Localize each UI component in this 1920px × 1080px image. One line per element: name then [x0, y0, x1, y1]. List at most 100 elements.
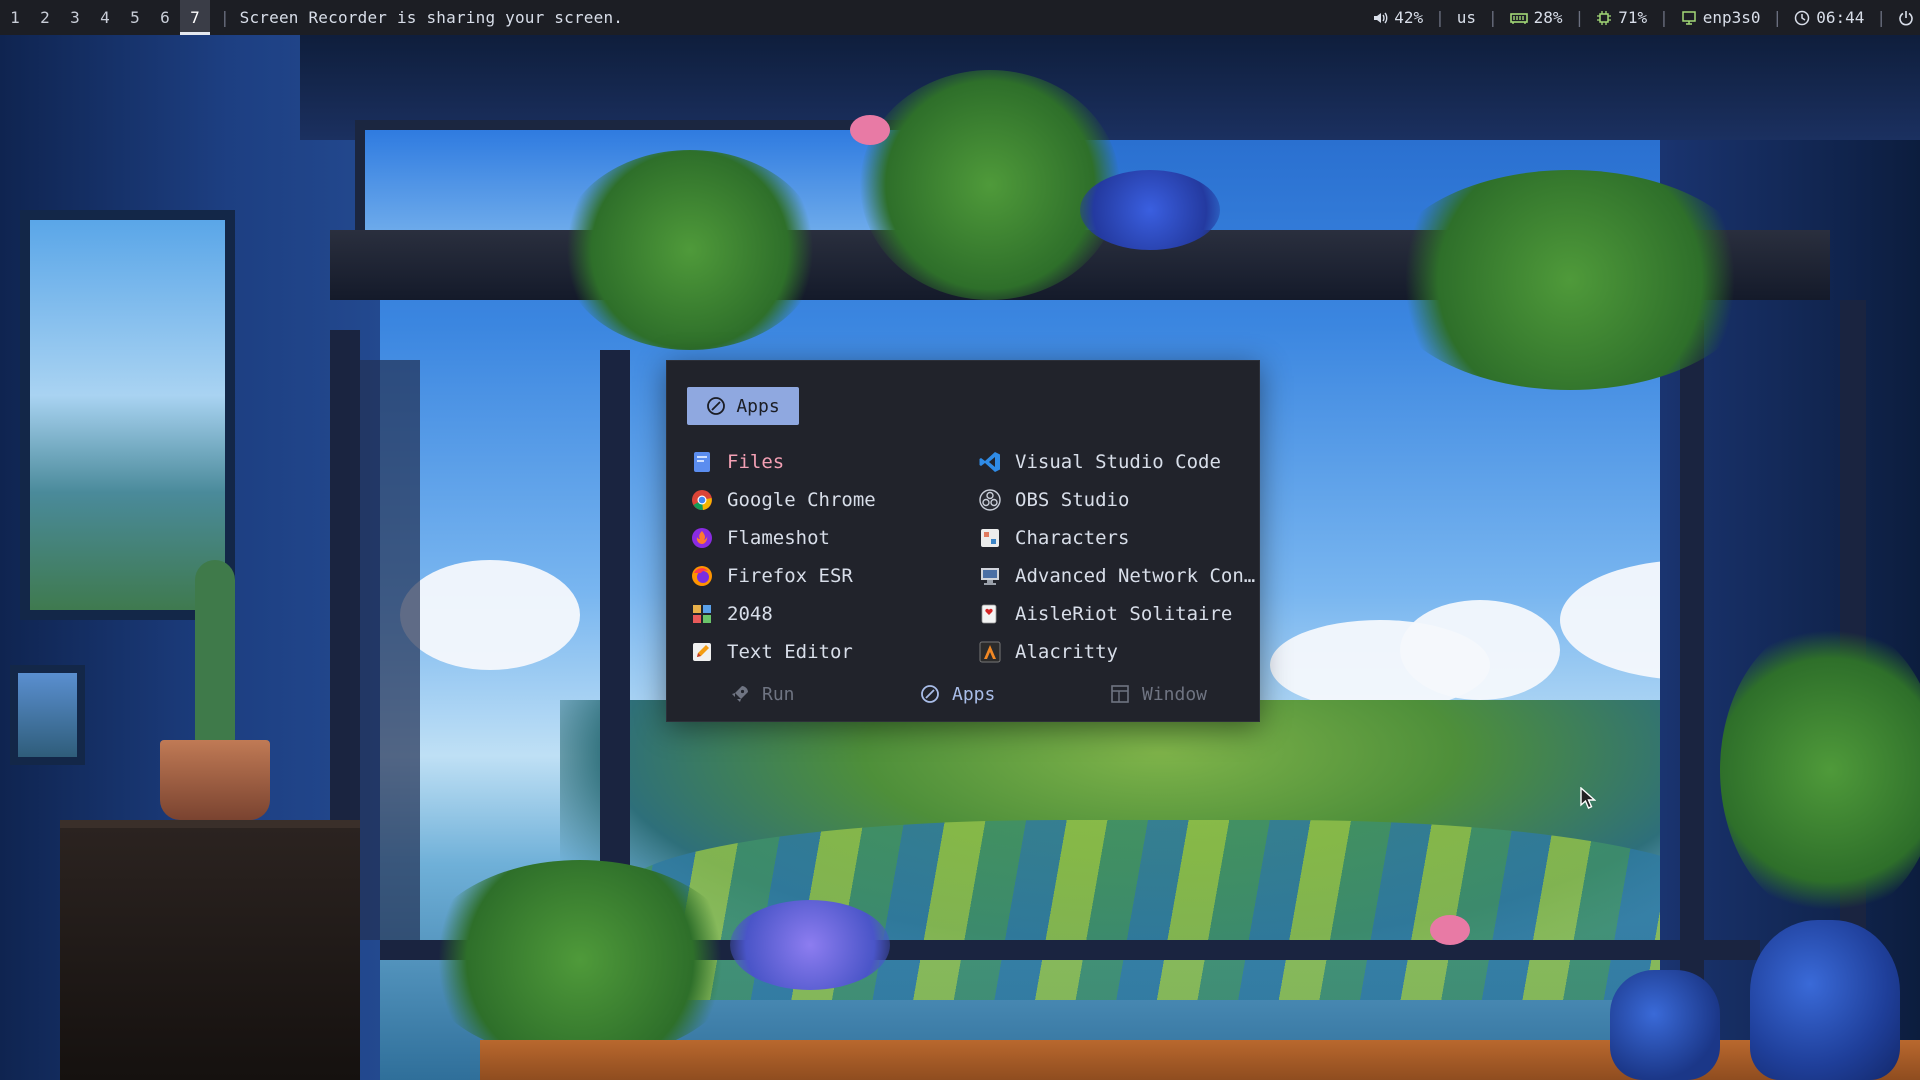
- rocket-icon: [732, 686, 748, 702]
- network-module[interactable]: enp3s0: [1681, 8, 1761, 27]
- app-label: Alacritty: [1015, 641, 1118, 663]
- memory-module[interactable]: 28%: [1509, 8, 1563, 27]
- memory-icon: [1509, 12, 1528, 24]
- app-label: Google Chrome: [727, 489, 876, 511]
- bar-separator: |: [1435, 8, 1445, 27]
- cpu-value: 71%: [1618, 8, 1648, 27]
- wallpaper-plant: [560, 150, 820, 350]
- workspace-button-4[interactable]: 4: [90, 0, 120, 35]
- wallpaper-window-frame: [600, 350, 630, 950]
- wallpaper-plant: [860, 70, 1120, 300]
- launcher-mode-label: Apps: [736, 395, 780, 417]
- wallpaper-window-frame: [1680, 320, 1704, 980]
- workspace-button-5[interactable]: 5: [120, 0, 150, 35]
- clock-time: 06:44: [1816, 8, 1865, 27]
- mode-tab-label: Apps: [952, 683, 996, 705]
- wallpaper-vase: [1610, 970, 1720, 1080]
- clock-module[interactable]: 06:44: [1794, 8, 1864, 27]
- wallpaper-flowers: [1080, 170, 1220, 250]
- workspace-button-7[interactable]: 7: [180, 0, 210, 35]
- wallpaper-cactus: [195, 560, 235, 745]
- workspace-button-3[interactable]: 3: [60, 0, 90, 35]
- keyboard-layout-value: us: [1456, 8, 1477, 27]
- app-launcher: Apps Files Google Chrome Flameshot Firef…: [666, 360, 1260, 722]
- wallpaper-flowers: [850, 115, 890, 145]
- bar-separator: |: [1772, 8, 1783, 27]
- app-entry-firefox-esr[interactable]: Firefox ESR: [691, 557, 853, 595]
- mode-tab-run[interactable]: Run: [730, 684, 795, 705]
- app-label: Visual Studio Code: [1015, 451, 1221, 473]
- workspace-button-2[interactable]: 2: [30, 0, 60, 35]
- top-bar: 1 2 3 4 5 6 7 | Screen Recorder is shari…: [0, 0, 1920, 35]
- app-entry-text-editor[interactable]: Text Editor: [691, 633, 853, 671]
- app-entry-advanced-network-connections[interactable]: Advanced Network Con…: [979, 557, 1255, 595]
- speaker-icon: [1374, 12, 1388, 23]
- bar-separator: |: [1488, 8, 1498, 27]
- app-entry-google-chrome[interactable]: Google Chrome: [691, 481, 876, 519]
- workspace-button-1[interactable]: 1: [0, 0, 30, 35]
- wallpaper-wall-painting: [20, 210, 235, 620]
- app-entry-characters[interactable]: Characters: [979, 519, 1129, 557]
- launcher-mode-switcher: Run Apps Window: [667, 676, 1261, 712]
- flameshot-icon: [691, 527, 713, 549]
- bar-separator: |: [1574, 8, 1585, 27]
- bar-separator: |: [1659, 8, 1669, 27]
- window-title: Screen Recorder is sharing your screen.: [239, 8, 624, 27]
- apps-icon: [921, 685, 939, 703]
- memory-value: 28%: [1533, 8, 1563, 27]
- network-icon: [1682, 10, 1696, 25]
- app-entry-visual-studio-code[interactable]: Visual Studio Code: [979, 443, 1221, 481]
- power-button[interactable]: [1898, 10, 1914, 26]
- app-entry-obs-studio[interactable]: OBS Studio: [979, 481, 1129, 519]
- solitaire-icon: [979, 603, 1001, 625]
- cpu-module[interactable]: 71%: [1596, 8, 1647, 27]
- volume-module[interactable]: 42%: [1372, 8, 1423, 27]
- wallpaper-vase: [1750, 920, 1900, 1080]
- wallpaper-cloud: [1400, 600, 1560, 700]
- firefox-icon: [691, 565, 713, 587]
- files-icon: [691, 451, 713, 473]
- clock-icon: [1794, 10, 1810, 25]
- status-modules: 42% | us | 28% | 71% | enp3s0 | 06:44 |: [1372, 8, 1920, 27]
- keyboard-layout-module[interactable]: us: [1457, 8, 1476, 27]
- app-label: AisleRiot Solitaire: [1015, 603, 1233, 625]
- wallpaper-flowers: [1430, 915, 1470, 945]
- app-entry-2048[interactable]: 2048: [691, 595, 773, 633]
- mode-tab-apps[interactable]: Apps: [920, 684, 995, 705]
- app-entry-aisleriot-solitaire[interactable]: AisleRiot Solitaire: [979, 595, 1232, 633]
- wallpaper-plant-pot: [160, 740, 270, 820]
- network-interface: enp3s0: [1702, 8, 1761, 27]
- app-label: Firefox ESR: [727, 565, 853, 587]
- characters-icon: [979, 527, 1001, 549]
- workspace-button-6[interactable]: 6: [150, 0, 180, 35]
- app-label: Flameshot: [727, 527, 830, 549]
- app-label: Files: [727, 451, 785, 473]
- mouse-cursor-icon: [1580, 786, 1597, 813]
- wallpaper-plant: [420, 860, 740, 1060]
- app-label: OBS Studio: [1015, 489, 1130, 511]
- chrome-icon: [691, 489, 713, 511]
- app-label: 2048: [727, 603, 773, 625]
- wallpaper-cloud: [400, 560, 580, 670]
- mode-tab-label: Run: [762, 683, 795, 705]
- volume-value: 42%: [1394, 8, 1424, 27]
- apps-icon: [707, 397, 726, 415]
- vscode-icon: [979, 451, 1001, 473]
- wallpaper-dresser: [60, 820, 360, 1080]
- app-label: Characters: [1015, 527, 1130, 549]
- power-icon: [1899, 10, 1913, 25]
- mode-tab-window[interactable]: Window: [1110, 684, 1207, 705]
- app-entry-alacritty[interactable]: Alacritty: [979, 633, 1118, 671]
- app-entry-flameshot[interactable]: Flameshot: [691, 519, 830, 557]
- bar-separator: |: [1876, 8, 1886, 27]
- wallpaper-wall-painting-small: [10, 665, 85, 765]
- obs-icon: [979, 489, 1001, 511]
- wallpaper-plant: [1380, 170, 1760, 390]
- network-connections-icon: [979, 565, 1001, 587]
- wallpaper-window-pane: [360, 360, 420, 940]
- bar-separator: |: [220, 8, 230, 27]
- launcher-mode-chip[interactable]: Apps: [687, 387, 799, 425]
- app-entry-files[interactable]: Files: [691, 443, 784, 481]
- cpu-icon: [1597, 10, 1612, 25]
- app-label: Advanced Network Con…: [1015, 565, 1256, 587]
